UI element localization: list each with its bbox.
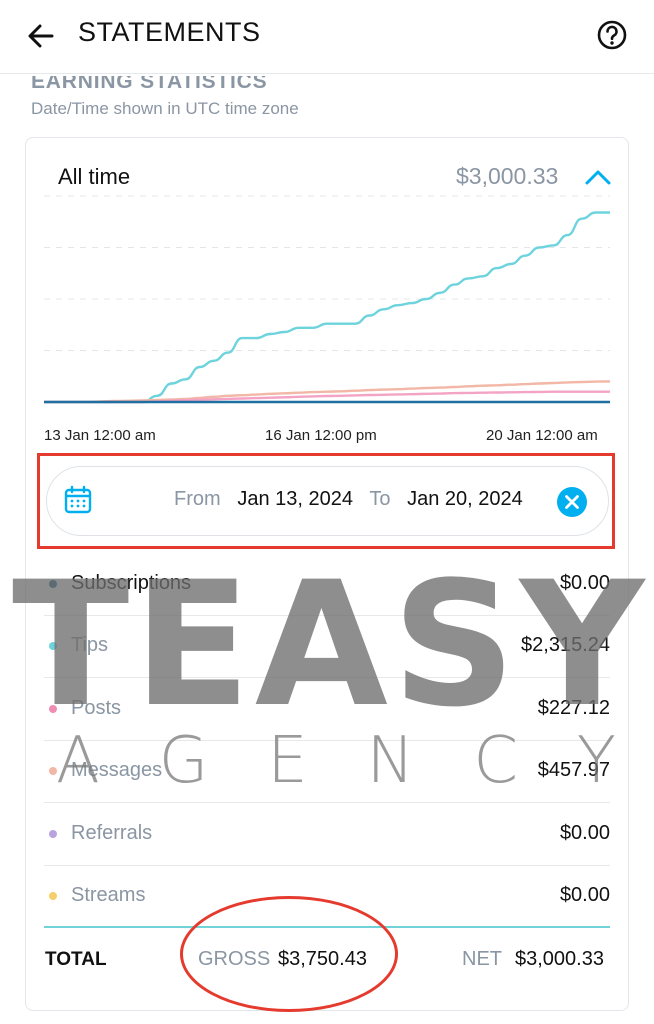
top-bar: STATEMENTS	[0, 0, 654, 74]
series-line-tips	[44, 211, 610, 404]
arrow-left-icon	[28, 24, 54, 48]
breakdown-row: Subscriptions $0.00	[44, 554, 610, 616]
breakdown-name: Posts	[71, 696, 122, 719]
date-range-text[interactable]: From Jan 13, 2024 To Jan 20, 2024	[174, 488, 523, 511]
breakdown-row: Messages $457.97	[44, 741, 610, 804]
help-button[interactable]	[592, 15, 632, 55]
collapse-button[interactable]	[582, 164, 614, 190]
x-tick-label: 13 Jan 12:00 am	[44, 427, 156, 444]
chart-series	[44, 211, 610, 404]
timezone-note: Date/Time shown in UTC time zone	[31, 99, 299, 118]
breakdown-amount: $0.00	[559, 884, 610, 906]
to-label: To	[369, 488, 391, 510]
legend-dot	[49, 892, 57, 900]
breakdown-amount: $227.12	[537, 696, 610, 719]
total-label: TOTAL	[45, 949, 107, 970]
to-value: Jan 20, 2024	[407, 488, 523, 510]
period-label: All time	[58, 164, 131, 189]
breakdown-row: Posts $227.12	[44, 679, 610, 741]
net-value: $3,000.33	[515, 948, 604, 970]
breakdown-amount: $0.00	[559, 821, 610, 844]
breakdown-row: Streams $0.00	[44, 866, 610, 928]
x-tick-label: 20 Jan 12:00 am	[486, 427, 598, 444]
clear-date-button[interactable]	[556, 486, 588, 518]
page-title: STATEMENTS	[78, 17, 261, 47]
from-label: From	[174, 488, 221, 510]
legend-dot	[49, 767, 57, 776]
back-button[interactable]	[22, 16, 62, 56]
legend-dot	[49, 704, 57, 713]
breakdown-amount: $457.97	[537, 759, 610, 782]
gross-label: GROSS	[198, 948, 271, 970]
from-value: Jan 13, 2024	[237, 488, 353, 510]
chart-grid	[44, 195, 610, 351]
breakdown-name: Referrals	[71, 821, 153, 844]
breakdown-amount: $2,315.24	[521, 634, 610, 657]
net-label: NET	[462, 948, 502, 970]
close-circle-icon	[557, 487, 587, 517]
breakdown-amount: $0.00	[559, 572, 610, 594]
period-total: $3,000.33	[456, 163, 559, 189]
x-tick-label: 16 Jan 12:00 pm	[265, 427, 377, 444]
legend-dot	[49, 642, 57, 651]
chevron-up-icon	[585, 170, 611, 185]
breakdown-row: Referrals $0.00	[44, 804, 610, 866]
breakdown-name: Streams	[71, 884, 146, 906]
calendar-icon	[64, 485, 92, 514]
legend-dot	[49, 829, 57, 838]
breakdown-name: Messages	[71, 759, 163, 782]
breakdown-name: Tips	[71, 634, 109, 657]
gross-value: $3,750.43	[278, 948, 367, 970]
calendar-button[interactable]	[63, 485, 93, 515]
breakdown-name: Subscriptions	[71, 572, 192, 594]
legend-dot	[49, 580, 57, 588]
question-circle-icon	[597, 20, 627, 50]
earnings-chart	[44, 195, 610, 404]
breakdown-row: Tips $2,315.24	[44, 616, 610, 679]
